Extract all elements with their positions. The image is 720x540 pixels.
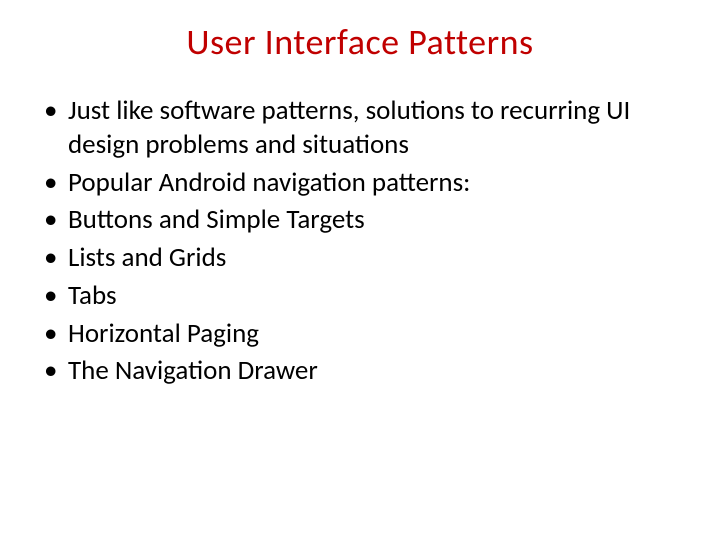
bullet-item: Lists and Grids <box>40 241 690 275</box>
bullet-item: Tabs <box>40 279 690 313</box>
bullet-item: Buttons and Simple Targets <box>40 203 690 237</box>
bullet-list: Just like software patterns, solutions t… <box>30 94 690 388</box>
slide-title: User Interface Patterns <box>30 20 690 64</box>
bullet-item: The Navigation Drawer <box>40 354 690 388</box>
bullet-item: Just like software patterns, solutions t… <box>40 94 690 162</box>
bullet-item: Horizontal Paging <box>40 317 690 351</box>
bullet-item: Popular Android navigation patterns: <box>40 166 690 200</box>
